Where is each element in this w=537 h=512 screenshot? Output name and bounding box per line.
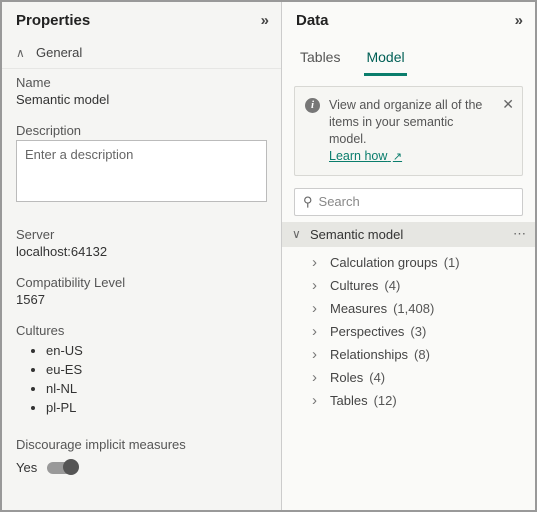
tree-root-label: Semantic model — [310, 227, 403, 242]
chevron-right-icon — [312, 392, 324, 409]
tree-item-count: (1) — [444, 255, 460, 270]
info-icon: i — [305, 98, 320, 113]
compat-value: 1567 — [16, 292, 267, 307]
general-label: General — [36, 45, 82, 60]
tree-item-count: (1,408) — [393, 301, 434, 316]
model-tree: Calculation groups (1) Cultures (4) Meas… — [282, 247, 535, 416]
name-value: Semantic model — [16, 92, 267, 107]
server-label: Server — [16, 227, 267, 242]
tree-item-label: Tables — [330, 393, 368, 408]
tree-item-label: Relationships — [330, 347, 408, 362]
tree-item-cultures[interactable]: Cultures (4) — [282, 274, 535, 297]
properties-pane: Properties » General Name Semantic model… — [2, 2, 282, 510]
list-item: eu-ES — [46, 361, 267, 380]
tree-item-label: Measures — [330, 301, 387, 316]
chevron-down-icon — [292, 227, 304, 241]
toggle-knob-icon — [63, 459, 79, 475]
info-banner: i ✕ View and organize all of the items i… — [294, 86, 523, 176]
chevron-right-icon — [312, 346, 324, 363]
name-label: Name — [16, 75, 267, 90]
tree-item-label: Calculation groups — [330, 255, 438, 270]
data-title: Data — [296, 12, 329, 29]
list-item: en-US — [46, 342, 267, 361]
tab-model[interactable]: Model — [364, 43, 406, 76]
discourage-state: Yes — [16, 460, 37, 475]
tree-item-count: (4) — [369, 370, 385, 385]
tab-tables[interactable]: Tables — [298, 43, 342, 76]
chevron-right-icon — [312, 277, 324, 294]
properties-title: Properties — [16, 12, 90, 29]
discourage-label: Discourage implicit measures — [16, 437, 267, 452]
tree-item-label: Cultures — [330, 278, 378, 293]
more-icon[interactable]: ⋯ — [513, 226, 527, 242]
close-icon[interactable]: ✕ — [502, 95, 514, 114]
tree-item-roles[interactable]: Roles (4) — [282, 366, 535, 389]
cultures-label: Cultures — [16, 323, 267, 338]
description-label: Description — [16, 123, 267, 138]
list-item: pl-PL — [46, 399, 267, 418]
tree-item-count: (8) — [414, 347, 430, 362]
compat-label: Compatibility Level — [16, 275, 267, 290]
tree-item-label: Roles — [330, 370, 363, 385]
tree-item-measures[interactable]: Measures (1,408) — [282, 297, 535, 320]
search-input[interactable] — [319, 194, 514, 209]
tree-item-calculation-groups[interactable]: Calculation groups (1) — [282, 251, 535, 274]
discourage-toggle[interactable] — [47, 462, 77, 474]
chevron-up-icon — [16, 46, 28, 60]
general-section-header[interactable]: General — [2, 37, 281, 69]
data-tabs: Tables Model — [282, 37, 535, 76]
search-icon: ⚲ — [303, 194, 313, 210]
collapse-data-icon[interactable]: » — [515, 12, 523, 29]
chevron-right-icon — [312, 323, 324, 340]
chevron-right-icon — [312, 369, 324, 386]
banner-text: View and organize all of the items in yo… — [329, 98, 482, 146]
server-value: localhost:64132 — [16, 244, 267, 259]
external-link-icon: ↗ — [393, 151, 402, 163]
chevron-right-icon — [312, 254, 324, 271]
tree-item-relationships[interactable]: Relationships (8) — [282, 343, 535, 366]
description-input[interactable] — [16, 140, 267, 202]
list-item: nl-NL — [46, 380, 267, 399]
chevron-right-icon — [312, 300, 324, 317]
data-pane: Data » Tables Model i ✕ View and organiz… — [282, 2, 535, 510]
learn-how-link[interactable]: Learn how ↗ — [329, 149, 402, 163]
tree-item-count: (12) — [374, 393, 397, 408]
tree-item-label: Perspectives — [330, 324, 404, 339]
tree-root[interactable]: Semantic model ⋯ — [282, 222, 535, 247]
cultures-list: en-US eu-ES nl-NL pl-PL — [16, 340, 267, 421]
tree-item-perspectives[interactable]: Perspectives (3) — [282, 320, 535, 343]
tree-item-tables[interactable]: Tables (12) — [282, 389, 535, 412]
tree-item-count: (3) — [410, 324, 426, 339]
tree-item-count: (4) — [384, 278, 400, 293]
search-bar[interactable]: ⚲ — [294, 188, 523, 216]
collapse-properties-icon[interactable]: » — [261, 12, 269, 29]
learn-how-label: Learn how — [329, 149, 387, 163]
